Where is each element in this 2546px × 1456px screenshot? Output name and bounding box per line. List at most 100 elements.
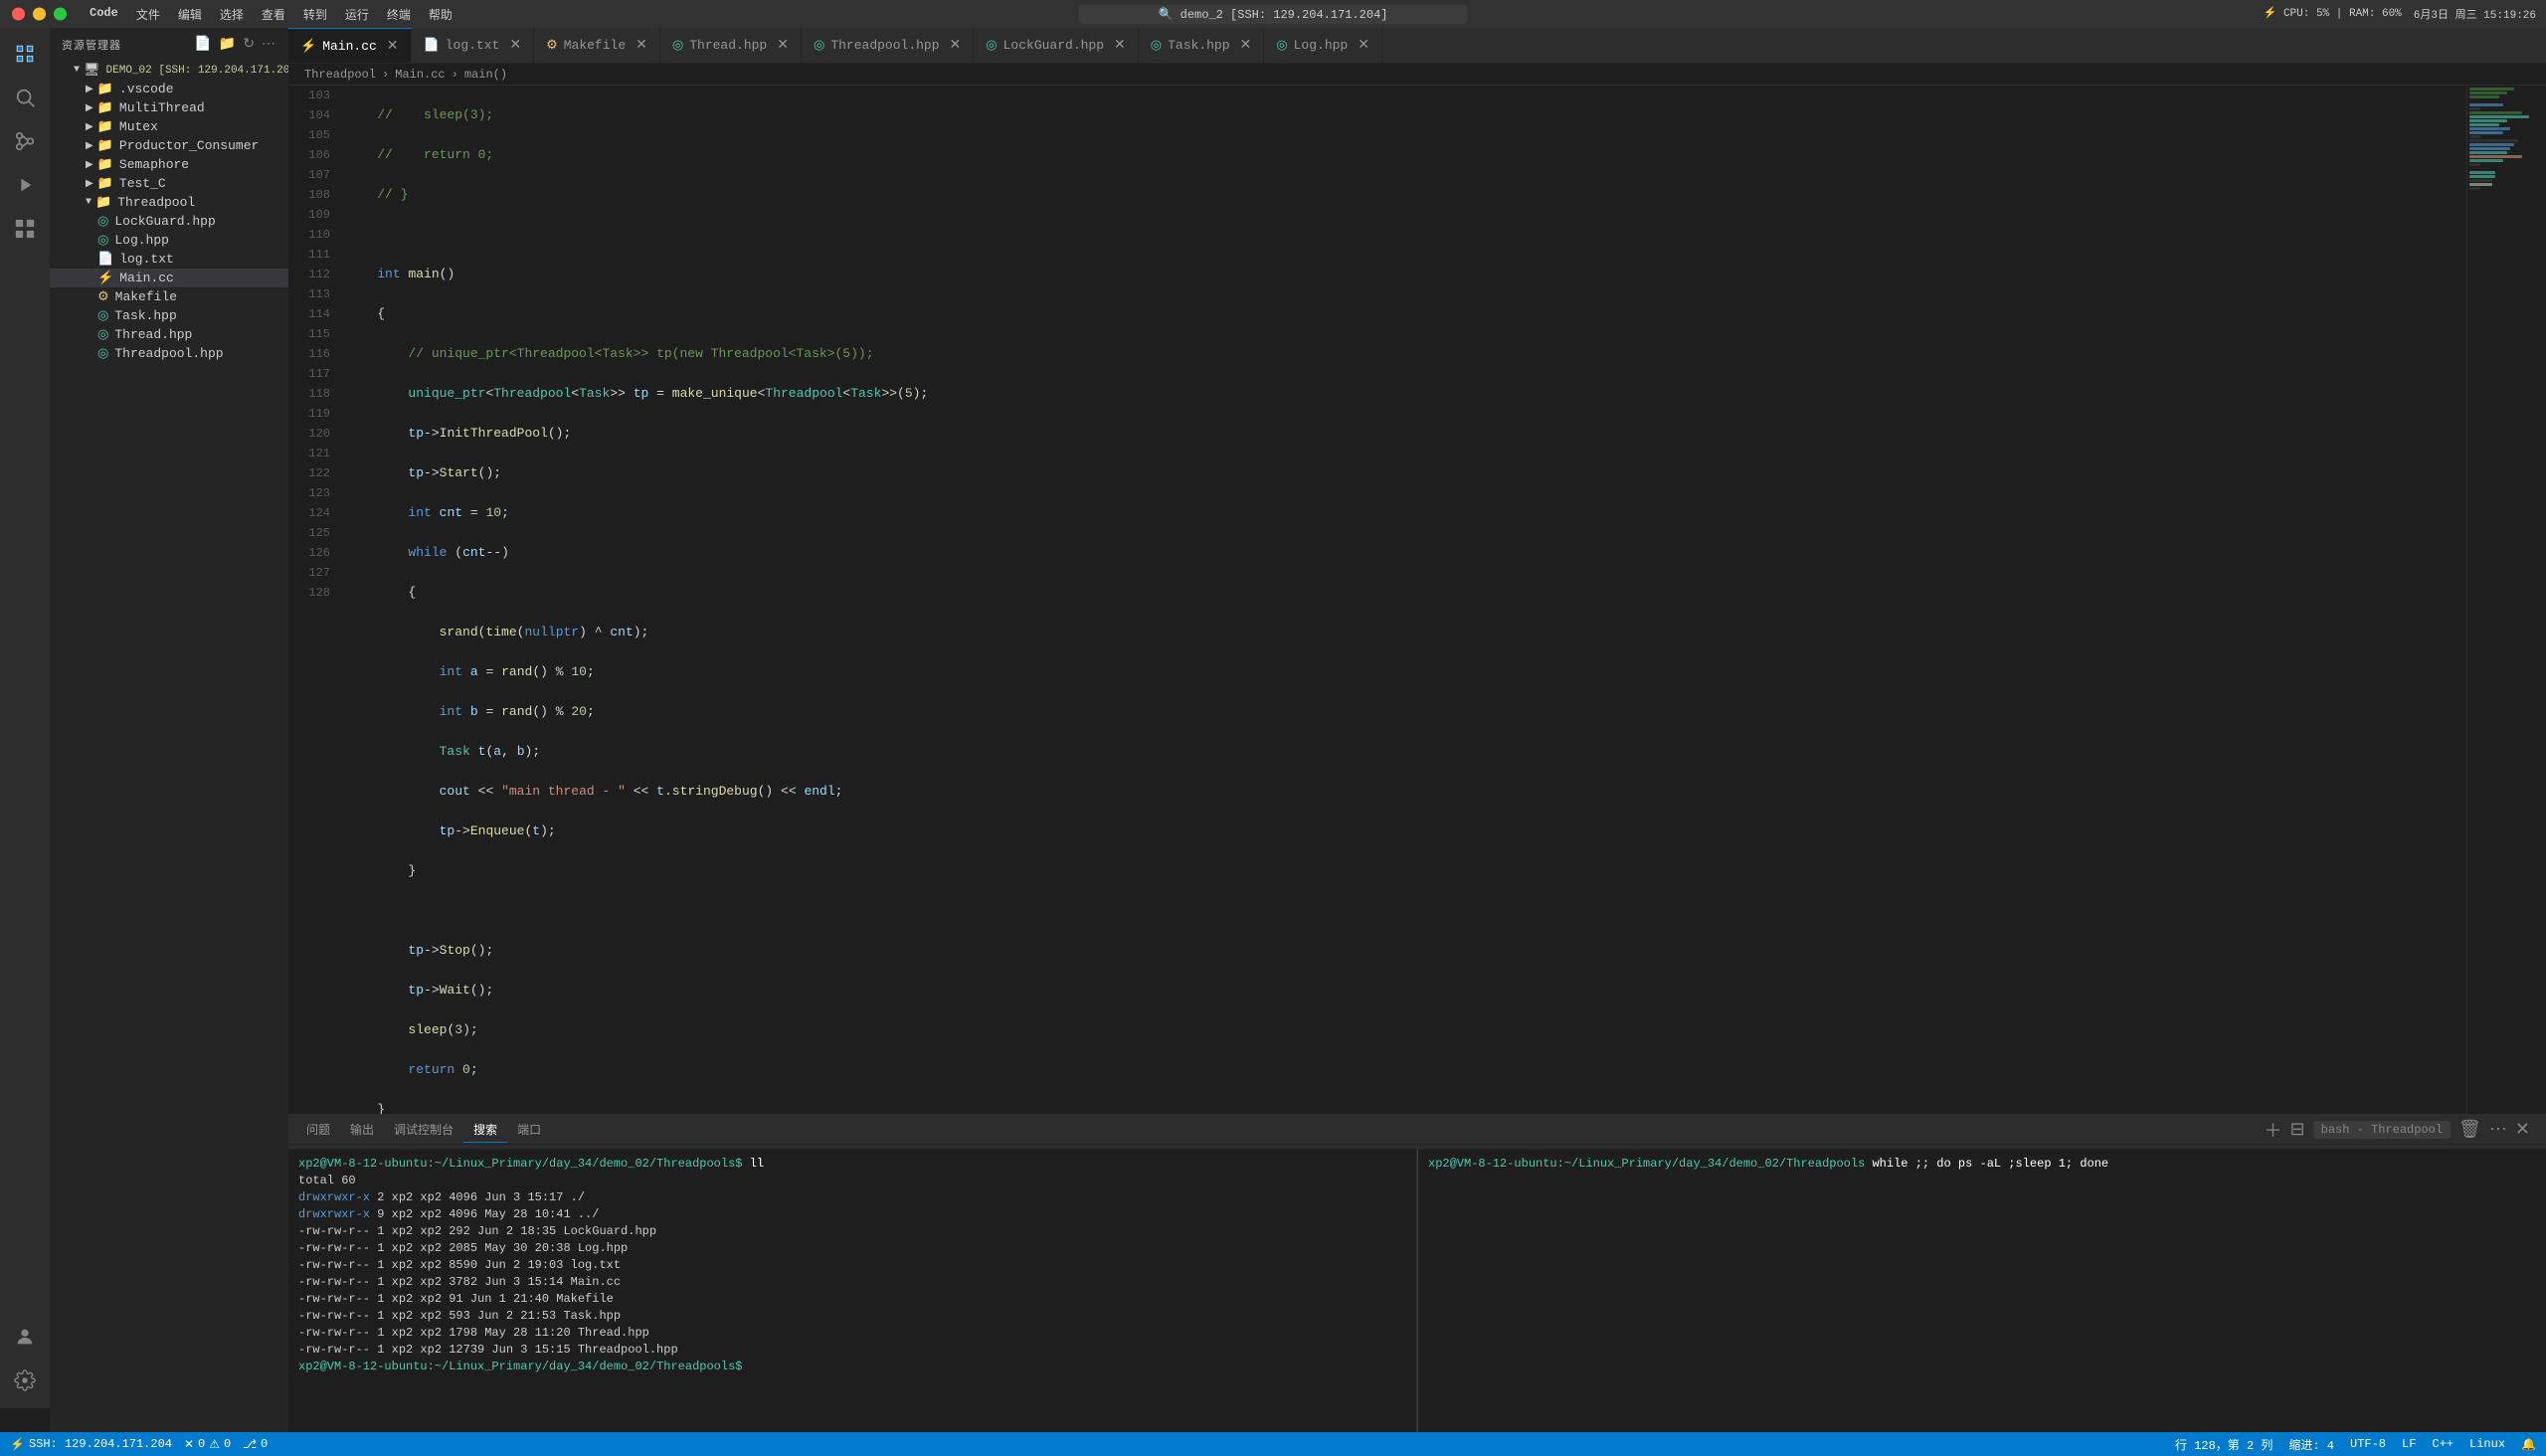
sidebar-mutex-label: Mutex (119, 119, 158, 134)
panel-add-terminal-icon[interactable]: ＋ (2265, 1117, 2282, 1143)
content-area: 资源管理器 📄 📁 ↻ ⋯ ▼ 🖥 DEMO_02 [SSH: 129.204.… (50, 28, 2546, 1432)
sidebar-item-lockguard[interactable]: ◎ LockGuard.hpp (50, 212, 288, 231)
tab-task-hpp-close[interactable]: ✕ (1240, 37, 1252, 54)
tab-main-cc-close[interactable]: ✕ (387, 38, 399, 55)
menu-run[interactable]: 运行 (345, 6, 369, 23)
editor-tabs: ⚡ Main.cc ✕ 📄 log.txt ✕ ⚙ Makefile ✕ ◎ T… (288, 28, 2546, 64)
new-file-icon[interactable]: 📄 (194, 36, 212, 53)
status-errors[interactable]: ✕ 0 ⚠ 0 (184, 1437, 231, 1452)
tab-task-hpp[interactable]: ◎ Task.hpp ✕ (1139, 28, 1265, 63)
sidebar-item-vscode[interactable]: ▶ 📁 .vscode (50, 80, 288, 98)
status-spaces[interactable]: 缩进: 4 (2288, 1436, 2334, 1453)
menu-code[interactable]: Code (90, 6, 118, 23)
refresh-icon[interactable]: ↻ (243, 36, 256, 53)
activity-settings[interactable] (7, 1363, 43, 1398)
status-position[interactable]: 行 128，第 2 列 (2175, 1436, 2273, 1453)
tab-log-txt[interactable]: 📄 log.txt ✕ (412, 28, 535, 63)
sidebar-item-log-txt[interactable]: 📄 log.txt (50, 250, 288, 269)
sidebar-item-mutex[interactable]: ▶ 📁 Mutex (50, 117, 288, 136)
menu-terminal[interactable]: 终端 (387, 6, 411, 23)
status-language[interactable]: C++ (2432, 1437, 2454, 1451)
tab-lockguard-hpp-close[interactable]: ✕ (1114, 37, 1126, 54)
panel-close-icon[interactable]: ✕ (2515, 1119, 2530, 1141)
breadcrumb-main-func[interactable]: main() (464, 68, 507, 82)
sidebar-item-log-hpp[interactable]: ◎ Log.hpp (50, 231, 288, 250)
sidebar-item-main-cc[interactable]: ⚡ Main.cc (50, 269, 288, 287)
status-line-ending[interactable]: LF (2402, 1437, 2416, 1451)
menu-select[interactable]: 选择 (220, 6, 244, 23)
code-line-122: } (346, 861, 2451, 881)
tab-threadpool-hpp-close[interactable]: ✕ (950, 37, 962, 54)
sidebar-item-testc[interactable]: ▶ 📁 Test_C (50, 174, 288, 193)
menu-edit[interactable]: 编辑 (178, 6, 202, 23)
breadcrumb-threadpool[interactable]: Threadpool (304, 68, 376, 82)
panel-bash-label[interactable]: bash - Threadpool (2313, 1121, 2451, 1139)
breadcrumb-main-cc[interactable]: Main.cc (395, 68, 445, 82)
status-platform[interactable]: Linux (2469, 1437, 2505, 1451)
code-line-106 (346, 225, 2451, 245)
collapse-icon[interactable]: ⋯ (262, 36, 276, 53)
sidebar-item-makefile[interactable]: ⚙ Makefile (50, 287, 288, 306)
panel-tab-debug-console[interactable]: 调试控制台 (384, 1117, 463, 1142)
tab-log-hpp-close[interactable]: ✕ (1358, 37, 1369, 54)
panel: 问题 输出 调试控制台 搜索 端口 ＋ ⊟ bash - Threadpool … (288, 1114, 2546, 1432)
panel-tab-search[interactable]: 搜索 (463, 1117, 507, 1143)
code-text[interactable]: // sleep(3); // return 0; // } int main(… (338, 86, 2466, 1114)
menu-file[interactable]: 文件 (136, 6, 160, 23)
sidebar-lockguard-label: LockGuard.hpp (114, 214, 215, 229)
sidebar-item-semaphore[interactable]: ▶ 📁 Semaphore (50, 155, 288, 174)
menu-view[interactable]: 查看 (262, 6, 285, 23)
activity-source-control[interactable] (7, 123, 43, 159)
tab-makefile[interactable]: ⚙ Makefile ✕ (534, 28, 660, 63)
sidebar-item-multithread[interactable]: ▶ 📁 MultiThread (50, 98, 288, 117)
status-encoding[interactable]: UTF-8 (2350, 1437, 2386, 1451)
sidebar-item-threadpool-hpp[interactable]: ◎ Threadpool.hpp (50, 344, 288, 363)
tab-log-hpp[interactable]: ◎ Log.hpp ✕ (1264, 28, 1382, 63)
window-title[interactable]: 🔍 demo_2 [SSH: 129.204.171.204] (1079, 5, 1468, 24)
maximize-button[interactable] (54, 8, 67, 21)
terminal-left[interactable]: xp2@VM-8-12-ubuntu:~/Linux_Primary/day_3… (288, 1150, 1417, 1432)
new-folder-icon[interactable]: 📁 (219, 36, 237, 53)
tab-task-hpp-label: Task.hpp (1168, 38, 1229, 53)
code-editor[interactable]: 103 104 105 106 107 108 109 110 111 112 … (288, 86, 2546, 1114)
sidebar-item-demo02-root[interactable]: ▼ 🖥 DEMO_02 [SSH: 129.204.171.204] (50, 61, 288, 80)
activity-account[interactable] (7, 1319, 43, 1355)
activity-extensions[interactable] (7, 211, 43, 247)
panel-tab-output[interactable]: 输出 (340, 1117, 384, 1142)
tab-thread-hpp-icon: ◎ (672, 38, 683, 53)
panel-trash-icon[interactable]: 🗑 (2458, 1119, 2481, 1141)
window-controls[interactable] (12, 8, 67, 21)
menu-help[interactable]: 帮助 (429, 6, 453, 23)
tab-makefile-close[interactable]: ✕ (636, 37, 647, 54)
close-button[interactable] (12, 8, 25, 21)
minimize-button[interactable] (33, 8, 46, 21)
sidebar-item-task-hpp[interactable]: ◎ Task.hpp (50, 306, 288, 325)
tab-log-txt-icon: 📄 (424, 38, 440, 53)
tab-main-cc-label: Main.cc (322, 39, 377, 54)
tab-main-cc[interactable]: ⚡ Main.cc ✕ (288, 28, 412, 63)
activity-search[interactable] (7, 80, 43, 115)
status-git[interactable]: ⎇ 0 (243, 1437, 268, 1452)
tab-log-hpp-icon: ◎ (1276, 38, 1287, 53)
panel-tab-ports[interactable]: 端口 (507, 1117, 551, 1142)
status-notifications[interactable]: 🔔 (2521, 1437, 2536, 1452)
sidebar-item-thread-hpp[interactable]: ◎ Thread.hpp (50, 325, 288, 344)
tab-threadpool-hpp[interactable]: ◎ Threadpool.hpp ✕ (802, 28, 974, 63)
status-ssh[interactable]: ⚡ SSH: 129.204.171.204 (10, 1437, 172, 1452)
tab-lockguard-hpp[interactable]: ◎ LockGuard.hpp ✕ (974, 28, 1139, 63)
activity-explorer[interactable] (7, 36, 43, 72)
menu-goto[interactable]: 转到 (303, 6, 327, 23)
code-line-121: tp->Enqueue(t); (346, 821, 2451, 841)
activity-run-debug[interactable] (7, 167, 43, 203)
sidebar-item-threadpool[interactable]: ▼ 📁 Threadpool (50, 193, 288, 212)
terminal-right[interactable]: xp2@VM-8-12-ubuntu:~/Linux_Primary/day_3… (1418, 1150, 2546, 1432)
panel-split-icon[interactable]: ⊟ (2290, 1119, 2305, 1141)
git-count: 0 (261, 1437, 268, 1451)
sidebar-testc-label: Test_C (119, 176, 166, 191)
sidebar-item-productor-consumer[interactable]: ▶ 📁 Productor_Consumer (50, 136, 288, 155)
tab-log-txt-close[interactable]: ✕ (509, 37, 521, 54)
tab-thread-hpp-close[interactable]: ✕ (777, 37, 789, 54)
tab-thread-hpp[interactable]: ◎ Thread.hpp ✕ (660, 28, 802, 63)
panel-tab-problems[interactable]: 问题 (296, 1117, 340, 1142)
panel-more-icon[interactable]: ⋯ (2489, 1119, 2507, 1141)
